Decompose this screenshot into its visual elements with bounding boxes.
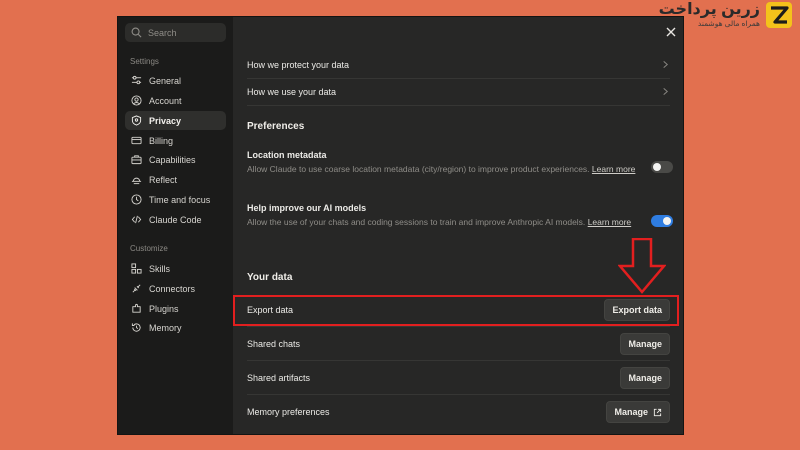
user-circle-icon [131, 95, 142, 106]
sidebar-item-billing[interactable]: Billing [125, 131, 226, 150]
credit-card-icon [131, 136, 142, 145]
sidebar-item-account[interactable]: Account [125, 91, 226, 110]
briefcase-icon [131, 155, 142, 165]
sidebar-item-label: Memory [149, 322, 182, 333]
sidebar-item-skills[interactable]: Skills [125, 259, 226, 278]
location-learn-more-link[interactable]: Learn more [592, 164, 635, 174]
improve-desc-text: Allow the use of your chats and coding s… [247, 217, 586, 227]
red-arrow-annotation [618, 238, 666, 294]
zarinpal-logo-icon [766, 2, 792, 28]
search-input[interactable]: Search [148, 28, 177, 38]
sidebar-item-label: Reflect [149, 174, 178, 185]
export-data-button[interactable]: Export data [604, 298, 670, 321]
sidebar-item-time-and-focus[interactable]: Time and focus [125, 190, 226, 209]
shared-artifacts-label: Shared artifacts [247, 372, 311, 383]
link-label: How we protect your data [247, 60, 350, 70]
memory-preferences-label: Memory preferences [247, 407, 330, 417]
clock-icon [131, 194, 142, 205]
export-data-label: Export data [247, 304, 294, 315]
settings-section-label: Settings [130, 57, 159, 66]
location-description: Allow Claude to use coarse location meta… [247, 163, 637, 176]
sidebar-item-label: Time and focus [149, 194, 211, 205]
sidebar-item-general[interactable]: General [125, 71, 226, 90]
sidebar-item-label: Privacy [149, 115, 182, 126]
settings-window: Search Settings General Account Privacy … [117, 16, 684, 435]
shield-icon [131, 115, 142, 126]
plugin-icon [132, 303, 141, 313]
manage-memory-label: Manage [614, 407, 648, 417]
sliders-icon [131, 75, 142, 85]
search-box[interactable]: Search [125, 23, 226, 42]
sidebar-item-label: General [149, 75, 182, 86]
improve-title: Help improve our AI models [247, 203, 367, 213]
sidebar-item-label: Plugins [149, 303, 179, 314]
improve-description: Allow the use of your chats and coding s… [247, 216, 637, 229]
sidebar-item-label: Billing [149, 135, 174, 146]
manage-shared-artifacts-button[interactable]: Manage [620, 366, 670, 389]
location-title: Location metadata [247, 150, 327, 160]
sidebar-item-capabilities[interactable]: Capabilities [125, 150, 226, 169]
shared-chats-row: Shared chats Manage [247, 327, 670, 361]
sidebar: Search Settings General Account Privacy … [118, 17, 233, 434]
external-link-icon [653, 408, 662, 416]
shared-chats-label: Shared chats [247, 338, 301, 349]
sidebar-item-label: Claude Code [149, 214, 202, 225]
link-label: How we use your data [247, 87, 337, 97]
chevron-right-icon [663, 88, 668, 95]
sidebar-item-label: Skills [149, 263, 171, 274]
close-icon[interactable] [665, 26, 677, 38]
sidebar-item-plugins[interactable]: Plugins [125, 299, 226, 318]
sidebar-item-reflect[interactable]: Reflect [125, 170, 226, 189]
chevron-right-icon [663, 61, 668, 68]
export-data-row: Export data Export data [247, 293, 670, 327]
sidebar-item-claude-code[interactable]: Claude Code [125, 210, 226, 229]
search-icon [131, 27, 142, 38]
sidebar-item-label: Account [149, 95, 182, 106]
link-use-data[interactable]: How we use your data [247, 87, 670, 106]
manage-shared-chats-button[interactable]: Manage [620, 332, 670, 355]
shared-artifacts-row: Shared artifacts Manage [247, 361, 670, 395]
sidebar-item-privacy[interactable]: Privacy [125, 111, 226, 130]
your-data-heading: Your data [247, 272, 293, 283]
preferences-heading: Preferences [247, 121, 305, 132]
sidebar-item-memory[interactable]: Memory [125, 318, 226, 337]
sidebar-item-label: Connectors [149, 283, 196, 294]
manage-memory-button[interactable]: Manage [606, 401, 670, 423]
sidebar-item-label: Capabilities [149, 154, 196, 165]
customize-section-label: Customize [130, 244, 168, 253]
history-icon [131, 323, 141, 332]
sunset-icon [131, 177, 142, 185]
link-protect-data[interactable]: How we protect your data [247, 60, 670, 79]
blocks-icon [131, 263, 142, 274]
improve-toggle[interactable] [651, 215, 673, 227]
improve-learn-more-link[interactable]: Learn more [588, 217, 631, 227]
code-icon [131, 215, 142, 224]
location-toggle[interactable] [651, 161, 673, 173]
sidebar-item-connectors[interactable]: Connectors [125, 279, 226, 298]
memory-preferences-row: Memory preferences Manage [247, 395, 670, 429]
connector-icon [132, 284, 141, 293]
settings-main-panel: How we protect your data How we use your… [233, 17, 683, 434]
location-desc-text: Allow Claude to use coarse location meta… [247, 164, 590, 174]
